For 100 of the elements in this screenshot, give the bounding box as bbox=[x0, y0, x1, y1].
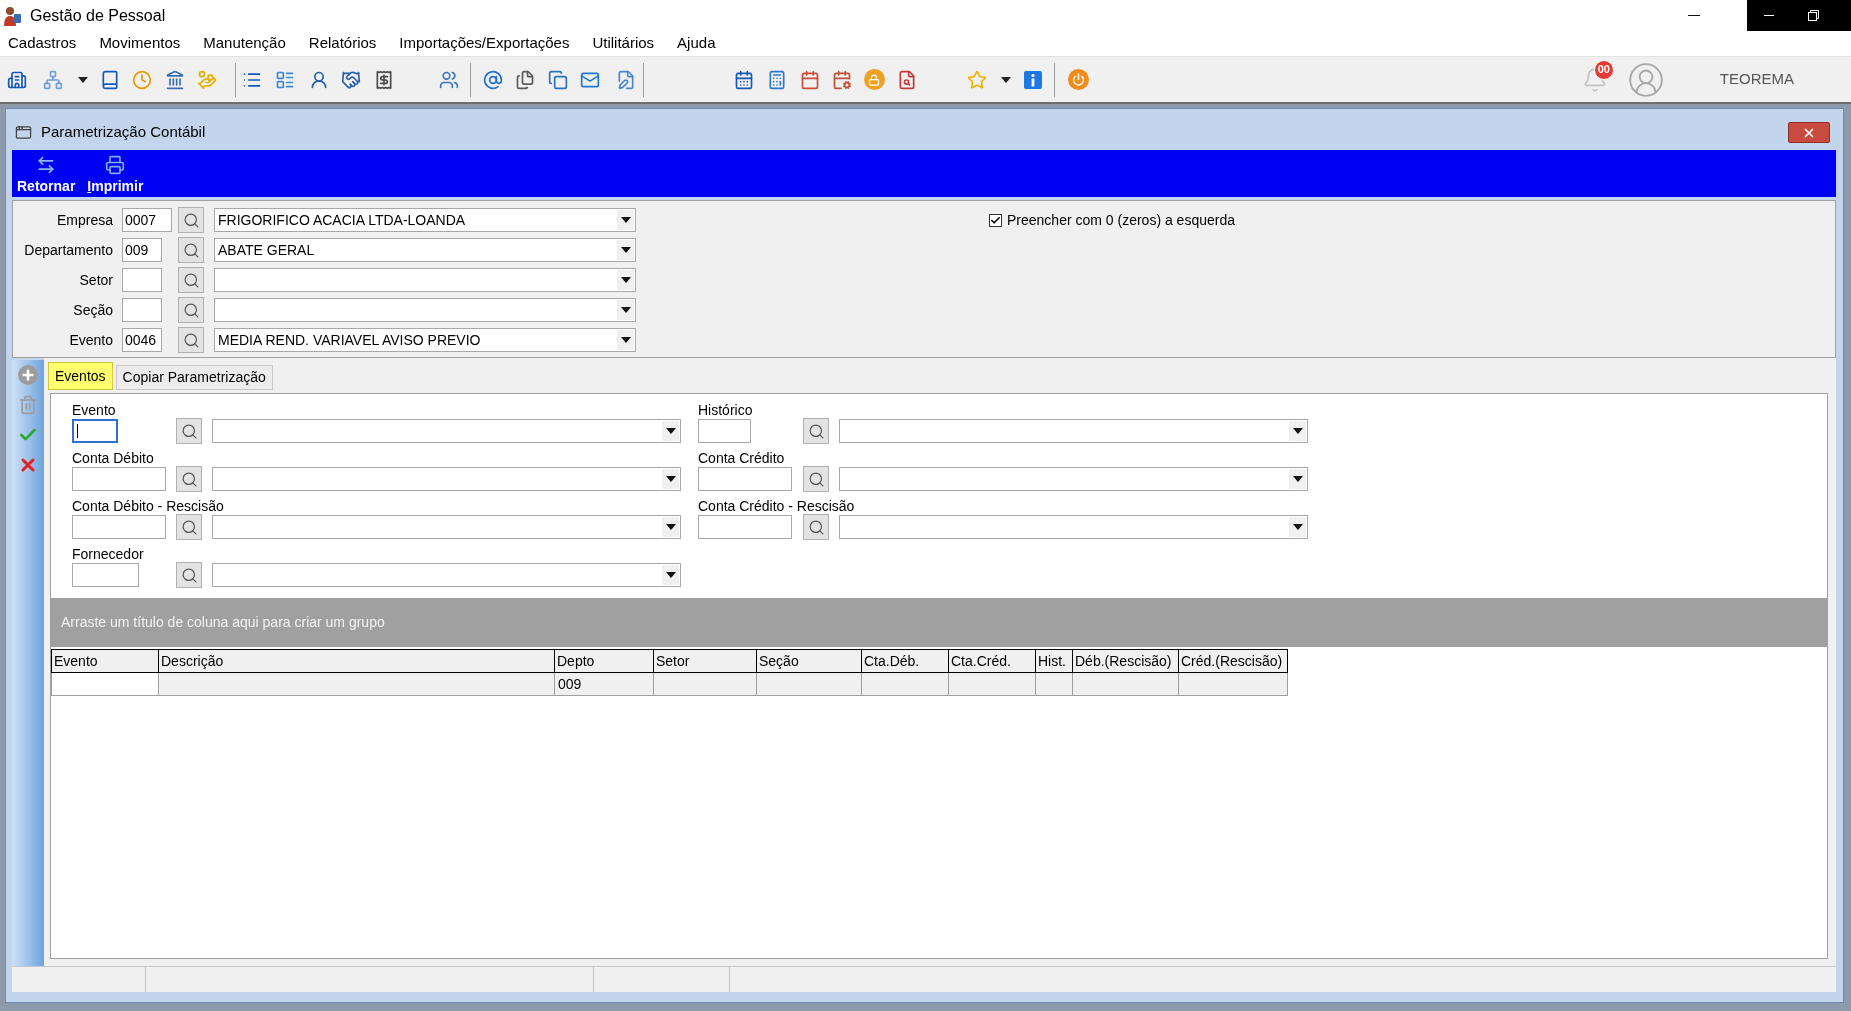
column-header[interactable]: Cta.Déb. bbox=[862, 649, 949, 673]
code-input[interactable] bbox=[698, 419, 751, 443]
printer-icon bbox=[105, 155, 126, 175]
column-header[interactable]: Déb.(Rescisão) bbox=[1073, 649, 1179, 673]
search-icon bbox=[807, 422, 825, 440]
file-search-icon[interactable] bbox=[897, 69, 917, 90]
search-button[interactable] bbox=[178, 267, 204, 293]
code-input[interactable] bbox=[122, 298, 162, 322]
code-input[interactable]: 009 bbox=[122, 238, 162, 262]
dropdown-arrow-icon[interactable] bbox=[1292, 476, 1303, 482]
column-header[interactable]: Hist. bbox=[1036, 649, 1073, 673]
code-input[interactable] bbox=[698, 515, 792, 539]
copy-icon[interactable] bbox=[548, 69, 568, 90]
text-caret bbox=[77, 424, 78, 438]
search-button[interactable] bbox=[803, 418, 829, 444]
column-header[interactable]: Cta.Créd. bbox=[949, 649, 1036, 673]
calendar-gear-icon[interactable] bbox=[832, 69, 852, 90]
list-panel-icon[interactable] bbox=[275, 69, 295, 90]
toolbar-button[interactable]: Imprimir bbox=[85, 155, 146, 195]
caret-down-icon[interactable] bbox=[78, 76, 88, 83]
menu-item[interactable]: Relatórios bbox=[302, 31, 383, 56]
search-button[interactable] bbox=[178, 207, 204, 233]
search-button[interactable] bbox=[803, 514, 829, 540]
tab[interactable]: Eventos bbox=[48, 362, 113, 390]
handshake-icon[interactable] bbox=[341, 69, 361, 90]
window-icon bbox=[15, 124, 32, 141]
menu-item[interactable]: Manutenção bbox=[197, 31, 292, 56]
receipt-icon[interactable] bbox=[374, 69, 394, 90]
field-label: Evento bbox=[68, 330, 113, 350]
tab[interactable]: Copiar Parametrização bbox=[115, 365, 273, 390]
menu-item[interactable]: Utilitários bbox=[586, 31, 661, 56]
field-label: Empresa bbox=[55, 210, 113, 230]
search-button[interactable] bbox=[803, 466, 829, 492]
combo-box[interactable]: ABATE GERAL bbox=[214, 238, 636, 262]
dropdown-arrow-icon[interactable] bbox=[620, 247, 631, 253]
at-sign-icon[interactable] bbox=[483, 69, 503, 90]
user-icon[interactable] bbox=[309, 69, 329, 90]
column-header[interactable]: Depto bbox=[555, 649, 654, 673]
close-button[interactable] bbox=[1788, 122, 1830, 143]
menu-item[interactable]: Importações/Exportações bbox=[393, 31, 576, 56]
power-icon[interactable] bbox=[1067, 69, 1089, 90]
user-name: TEOREMA bbox=[1719, 69, 1794, 90]
book-icon[interactable] bbox=[100, 69, 120, 90]
documents-icon[interactable] bbox=[515, 69, 535, 90]
caret-down-icon[interactable] bbox=[1001, 76, 1011, 83]
column-header[interactable]: Evento bbox=[51, 649, 159, 673]
column-header[interactable]: Setor bbox=[654, 649, 757, 673]
file-edit-icon[interactable] bbox=[616, 69, 636, 90]
code-input[interactable]: 0007 bbox=[122, 208, 172, 232]
combo-box[interactable]: MEDIA REND. VARIAVEL AVISO PREVIO bbox=[214, 328, 636, 352]
star-icon[interactable] bbox=[967, 69, 987, 90]
bank-icon[interactable] bbox=[165, 69, 185, 90]
calendar-icon[interactable] bbox=[734, 69, 754, 90]
building-icon[interactable] bbox=[7, 69, 27, 90]
search-button[interactable] bbox=[176, 418, 202, 444]
checkbox-label[interactable]: Preencher com 0 (zeros) a esquerda bbox=[1007, 209, 1235, 231]
code-input[interactable] bbox=[122, 268, 162, 292]
search-button[interactable] bbox=[178, 297, 204, 323]
code-input[interactable] bbox=[72, 467, 166, 491]
code-input[interactable] bbox=[698, 467, 792, 491]
toolbar-button[interactable]: Retornar bbox=[15, 155, 78, 195]
dropdown-arrow-icon[interactable] bbox=[620, 277, 631, 283]
column-header[interactable]: Seção bbox=[757, 649, 862, 673]
dropdown-arrow-icon[interactable] bbox=[1292, 524, 1303, 530]
calendar-icon[interactable] bbox=[800, 69, 820, 90]
search-icon bbox=[180, 470, 198, 488]
dropdown-arrow-icon[interactable] bbox=[1292, 428, 1303, 434]
search-button[interactable] bbox=[178, 327, 204, 353]
search-icon bbox=[807, 518, 825, 536]
dropdown-arrow-icon[interactable] bbox=[620, 337, 631, 343]
column-header[interactable]: Descrição bbox=[159, 649, 555, 673]
dropdown-arrow-icon[interactable] bbox=[620, 217, 631, 223]
code-input[interactable]: 0046 bbox=[122, 328, 162, 352]
code-input[interactable] bbox=[72, 563, 139, 587]
group-hint: Arraste um título de coluna aqui para criar um grupo bbox=[61, 613, 385, 632]
code-input[interactable] bbox=[72, 419, 118, 443]
info-icon[interactable] bbox=[1024, 70, 1042, 89]
dropdown-arrow-icon[interactable] bbox=[620, 307, 631, 313]
network-icon[interactable] bbox=[43, 69, 63, 90]
combo-box[interactable]: FRIGORIFICO ACACIA LTDA-LOANDA bbox=[214, 208, 636, 232]
dropdown-arrow-icon[interactable] bbox=[665, 572, 676, 578]
menu-item[interactable]: Cadastros bbox=[2, 31, 83, 56]
users-icon[interactable] bbox=[439, 69, 459, 90]
dropdown-arrow-icon[interactable] bbox=[665, 476, 676, 482]
menu-item[interactable]: Ajuda bbox=[671, 31, 722, 56]
code-input[interactable] bbox=[72, 515, 166, 539]
search-button[interactable] bbox=[176, 562, 202, 588]
dropdown-arrow-icon[interactable] bbox=[665, 524, 676, 530]
search-button[interactable] bbox=[178, 237, 204, 263]
dropdown-arrow-icon[interactable] bbox=[665, 428, 676, 434]
search-icon bbox=[180, 566, 198, 584]
column-header[interactable]: Créd.(Rescisão) bbox=[1179, 649, 1288, 673]
checkmark-icon bbox=[990, 214, 1001, 226]
search-button[interactable] bbox=[176, 466, 202, 492]
calculator-icon[interactable] bbox=[767, 69, 787, 90]
checkbox[interactable] bbox=[989, 213, 1002, 227]
search-button[interactable] bbox=[176, 514, 202, 540]
menu-item[interactable]: Movimentos bbox=[93, 31, 187, 56]
search-icon bbox=[180, 422, 198, 440]
minimize-icon bbox=[1764, 15, 1774, 16]
